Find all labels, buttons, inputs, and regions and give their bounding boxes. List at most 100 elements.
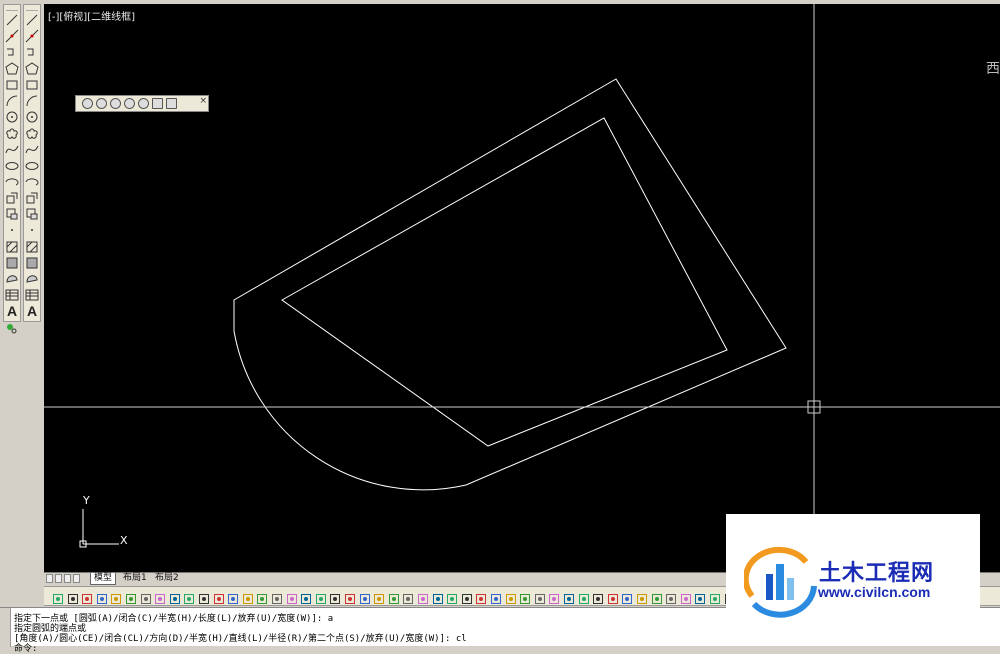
freeze-icon[interactable]	[636, 590, 648, 604]
break-icon[interactable]	[490, 590, 502, 604]
region-icon[interactable]	[5, 272, 19, 286]
properties-icon[interactable]	[694, 590, 706, 604]
spline-icon[interactable]	[5, 143, 19, 157]
linetype-icon[interactable]	[680, 590, 692, 604]
qp-icon[interactable]	[271, 590, 283, 604]
region-icon[interactable]	[25, 272, 39, 286]
floating-navigation-toolbar[interactable]: ×	[75, 95, 209, 112]
add-selected-icon[interactable]	[5, 321, 19, 335]
polygon-icon[interactable]	[5, 61, 19, 76]
command-window-grip[interactable]	[0, 608, 11, 647]
quick-dim-icon[interactable]	[432, 590, 444, 604]
spacing-icon[interactable]	[475, 590, 487, 604]
box-view-icon[interactable]	[152, 98, 163, 109]
area-icon[interactable]	[359, 590, 371, 604]
polyline-icon[interactable]	[5, 45, 19, 59]
make-block-icon[interactable]	[5, 207, 19, 221]
rectangle-icon[interactable]	[5, 78, 19, 92]
walk-icon[interactable]	[138, 98, 149, 109]
gradient-icon[interactable]	[25, 256, 39, 270]
multiline-text-icon[interactable]: A	[5, 304, 19, 318]
construction-line-icon[interactable]	[5, 29, 19, 43]
leader-icon[interactable]	[315, 590, 327, 604]
revision-cloud-icon[interactable]	[25, 126, 39, 140]
polygon-icon[interactable]	[25, 61, 39, 76]
polyline-icon[interactable]	[25, 45, 39, 59]
ducs-icon[interactable]	[213, 590, 225, 604]
view-icon[interactable]	[82, 98, 93, 109]
print-icon[interactable]	[110, 590, 122, 604]
arc-icon[interactable]	[5, 94, 19, 108]
point-icon[interactable]	[25, 223, 39, 237]
gradient-icon[interactable]	[5, 256, 19, 270]
circle-icon[interactable]	[25, 110, 39, 124]
make-block-icon[interactable]	[25, 207, 39, 221]
angular-icon[interactable]	[417, 590, 429, 604]
arc-icon[interactable]	[25, 94, 39, 108]
jog-icon[interactable]	[548, 590, 560, 604]
dimension-icon[interactable]	[300, 590, 312, 604]
align-icon[interactable]	[329, 590, 341, 604]
radius-icon[interactable]	[388, 590, 400, 604]
insert-block-icon[interactable]	[25, 191, 39, 205]
edit-icon[interactable]	[563, 590, 575, 604]
tpy-icon[interactable]	[256, 590, 268, 604]
construction-line-icon[interactable]	[25, 29, 39, 43]
close-icon[interactable]: ×	[199, 96, 207, 106]
hatch-icon[interactable]	[25, 240, 39, 254]
toolbar-grip[interactable]	[26, 6, 38, 11]
match-icon[interactable]	[709, 590, 721, 604]
rectangle-icon[interactable]	[25, 78, 39, 92]
otrack-icon[interactable]	[198, 590, 210, 604]
orbit-icon[interactable]	[96, 98, 107, 109]
line-icon[interactable]	[5, 13, 19, 27]
insert-block-icon[interactable]	[5, 191, 19, 205]
pan-icon[interactable]	[110, 98, 121, 109]
tab-layout1[interactable]: 布局1	[120, 573, 150, 584]
ellipse-icon[interactable]	[25, 159, 39, 173]
color-icon[interactable]	[665, 590, 677, 604]
layer-icon[interactable]	[621, 590, 633, 604]
diameter-icon[interactable]	[402, 590, 414, 604]
point-icon[interactable]	[5, 223, 19, 237]
ellipse-arc-icon[interactable]	[5, 175, 19, 189]
snap-icon[interactable]	[125, 590, 137, 604]
camera-icon[interactable]	[166, 98, 177, 109]
next-tab-button[interactable]	[64, 574, 71, 583]
spline-icon[interactable]	[25, 143, 39, 157]
circle-icon[interactable]	[5, 110, 19, 124]
save-icon[interactable]	[67, 590, 79, 604]
zoom-icon[interactable]	[124, 98, 135, 109]
drawing-canvas[interactable]: [-][俯视][二维线框] 西 Y X ×	[44, 4, 1000, 572]
last-tab-button[interactable]	[73, 574, 80, 583]
ortho-icon[interactable]	[154, 590, 166, 604]
toolbar-grip[interactable]	[6, 6, 18, 11]
osnap-icon[interactable]	[183, 590, 195, 604]
hatch-icon[interactable]	[5, 240, 19, 254]
center-mark-icon[interactable]	[519, 590, 531, 604]
continue-icon[interactable]	[461, 590, 473, 604]
measure-icon[interactable]	[344, 590, 356, 604]
line-icon[interactable]	[25, 13, 39, 27]
polar-icon[interactable]	[169, 590, 181, 604]
arc-length-icon[interactable]	[373, 590, 385, 604]
ellipse-icon[interactable]	[5, 159, 19, 173]
publish-icon[interactable]	[81, 590, 93, 604]
update-icon[interactable]	[592, 590, 604, 604]
table-icon[interactable]	[25, 288, 39, 302]
lineweight-icon[interactable]	[242, 590, 254, 604]
sc-icon[interactable]	[286, 590, 298, 604]
grid-icon[interactable]	[140, 590, 152, 604]
multiline-text-icon[interactable]: A	[25, 304, 39, 318]
tab-layout2[interactable]: 布局2	[152, 573, 182, 584]
revision-cloud-icon[interactable]	[5, 126, 19, 140]
text-edit-icon[interactable]	[578, 590, 590, 604]
table-icon[interactable]	[5, 288, 19, 302]
tab-model[interactable]: 模型	[90, 573, 117, 585]
command-prompt[interactable]: 命令:	[14, 641, 37, 654]
new-icon[interactable]	[52, 590, 64, 604]
lock-icon[interactable]	[651, 590, 663, 604]
plot-icon[interactable]	[96, 590, 108, 604]
dyn-icon[interactable]	[227, 590, 239, 604]
command-window[interactable]: 指定下一点或 [圆弧(A)/闭合(C)/半宽(H)/长度(L)/放弃(U)/宽度…	[0, 607, 1000, 654]
